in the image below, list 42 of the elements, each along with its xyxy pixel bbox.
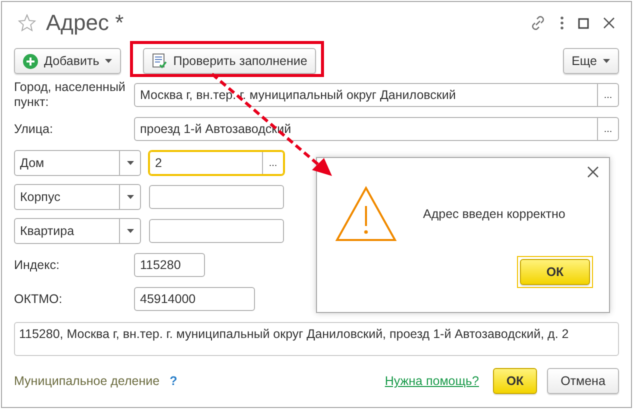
- field-label: Улица:: [14, 122, 54, 136]
- picker-button[interactable]: ...: [597, 118, 618, 140]
- type-dropdown[interactable]: Дом: [14, 150, 141, 176]
- maximize-icon[interactable]: [578, 18, 589, 28]
- window-title: Адрес *: [46, 10, 125, 36]
- star-icon[interactable]: [18, 14, 36, 32]
- caret-icon: [603, 59, 610, 63]
- field-label: ОКТМО:: [14, 292, 64, 306]
- text-field[interactable]: [149, 185, 284, 209]
- close-icon: [603, 17, 615, 29]
- close-icon: [587, 166, 599, 178]
- text-field[interactable]: 115280: [134, 253, 205, 277]
- type-dropdown[interactable]: Корпус: [14, 184, 141, 210]
- type-dropdown[interactable]: Квартира: [14, 218, 141, 244]
- dialog-message: Адрес введен корректно: [423, 207, 566, 221]
- link-icon[interactable]: [530, 15, 546, 31]
- full-address-field[interactable]: 115280, Москва г, вн.тер. г. муниципальный округ Даниловский, проезд 1-й Автозаводский, д. 2: [14, 322, 619, 356]
- plus-icon: [23, 54, 38, 68]
- document-check-icon: [152, 53, 168, 69]
- caret-icon: [126, 229, 134, 233]
- field-label: Город, населенный пункт:: [14, 80, 126, 110]
- text-field[interactable]: [149, 219, 284, 243]
- picker-button[interactable]: ...: [262, 152, 283, 174]
- add-button[interactable]: Добавить: [14, 48, 122, 74]
- text-field[interactable]: 45914000: [134, 287, 255, 311]
- caret-icon: [126, 161, 134, 165]
- check-button[interactable]: Проверить заполнение: [143, 48, 316, 74]
- text-field[interactable]: 2 ...: [149, 151, 284, 175]
- warning-icon: [335, 186, 397, 242]
- ok-button[interactable]: ОК: [493, 368, 537, 394]
- municipal-division-link[interactable]: Муниципальное деление: [14, 374, 160, 388]
- caret-icon: [126, 195, 134, 199]
- close-button[interactable]: [585, 164, 601, 180]
- picker-button[interactable]: ...: [597, 84, 618, 106]
- field-label: Индекс:: [14, 258, 60, 272]
- help-mark[interactable]: ?: [170, 374, 178, 388]
- help-link[interactable]: Нужна помощь?: [384, 374, 479, 388]
- more-icon[interactable]: [560, 16, 564, 30]
- dialog-ok-button[interactable]: ОК: [520, 259, 590, 285]
- cancel-button[interactable]: Отмена: [547, 368, 619, 394]
- more-button[interactable]: Еще: [562, 48, 619, 74]
- caret-icon: [105, 59, 112, 63]
